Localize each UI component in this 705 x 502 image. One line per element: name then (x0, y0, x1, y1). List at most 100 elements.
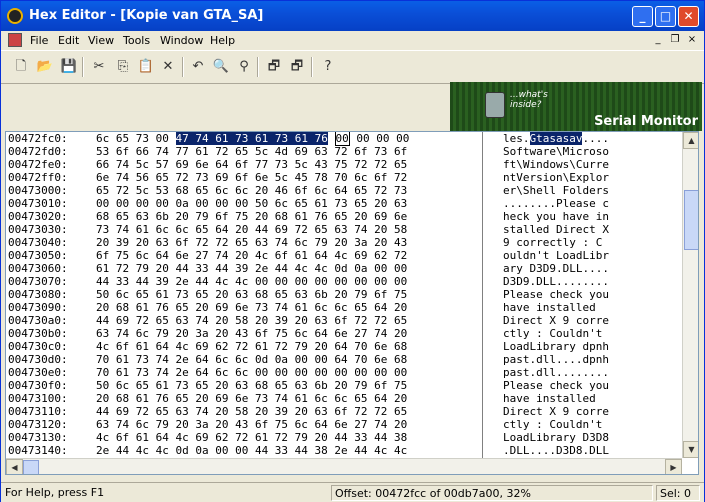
row-hex-bytes[interactable]: 6f 75 6c 64 6e 27 74 20 4c 6f 61 64 4c 6… (96, 249, 481, 262)
row-ascii[interactable]: Direct X 9 corre (503, 314, 635, 327)
serial-monitor-banner[interactable]: ...what's inside? Serial Monitor (450, 82, 702, 131)
row-ascii[interactable]: stalled Direct X (503, 223, 635, 236)
hex-row[interactable]: 00473110: 44 69 72 65 63 74 20 58 20 39 2… (6, 405, 682, 418)
row-ascii[interactable]: er\Shell Folders (503, 184, 635, 197)
menu-help[interactable]: Help (210, 34, 235, 47)
row-ascii[interactable]: have installed (503, 301, 635, 314)
row-ascii[interactable]: Software\Microso (503, 145, 635, 158)
vertical-scroll-thumb[interactable] (684, 190, 698, 250)
row-hex-bytes[interactable]: 6e 74 56 65 72 73 69 6f 6e 5c 45 78 70 6… (96, 171, 481, 184)
row-ascii[interactable]: LoadLibrary dpnh (503, 340, 635, 353)
app-icon[interactable] (7, 8, 23, 24)
row-hex-bytes[interactable]: 66 74 5c 57 69 6e 64 6f 77 73 5c 43 75 7… (96, 158, 481, 171)
row-ascii[interactable]: ctly : Couldn't (503, 327, 635, 340)
maximize-button[interactable]: □ (655, 6, 676, 27)
close-button[interactable]: ✕ (678, 6, 699, 27)
copy-icon[interactable]: ⎘ (114, 58, 132, 76)
row-hex-bytes[interactable]: 65 72 5c 53 68 65 6c 6c 20 46 6f 6c 64 6… (96, 184, 481, 197)
replace-icon[interactable]: ⚲ (235, 58, 253, 76)
hex-row[interactable]: 004730a0: 44 69 72 65 63 74 20 58 20 39 2… (6, 314, 682, 327)
row-ascii[interactable]: have installed (503, 392, 635, 405)
new-icon[interactable]: 🗋 (12, 58, 30, 76)
row-hex-bytes[interactable]: 00 00 00 00 0a 00 00 00 50 6c 65 61 73 6… (96, 197, 481, 210)
hex-row[interactable]: 00473040: 20 39 20 63 6f 72 72 65 63 74 6… (6, 236, 682, 249)
hex-row[interactable]: 004730e0: 70 61 73 74 2e 64 6c 6c 00 00 0… (6, 366, 682, 379)
menu-window[interactable]: Window (160, 34, 203, 47)
row-ascii[interactable]: ctly : Couldn't (503, 418, 635, 431)
open-icon[interactable]: 📂 (36, 58, 54, 76)
row-hex-bytes[interactable]: 63 74 6c 79 20 3a 20 43 6f 75 6c 64 6e 2… (96, 327, 481, 340)
horizontal-scrollbar[interactable]: ◀ ▶ (6, 458, 682, 474)
row-hex-bytes[interactable]: 73 74 61 6c 6c 65 64 20 44 69 72 65 63 7… (96, 223, 481, 236)
hex-editor-pane[interactable]: 00472fc0: 6c 65 73 00 47 74 61 73 61 73 6… (5, 131, 699, 475)
mdi-close-button[interactable]: × (685, 33, 699, 47)
row-hex-bytes[interactable]: 4c 6f 61 64 4c 69 62 72 61 72 79 20 64 7… (96, 340, 481, 353)
hex-row[interactable]: 00473050: 6f 75 6c 64 6e 27 74 20 4c 6f 6… (6, 249, 682, 262)
row-ascii[interactable]: Direct X 9 corre (503, 405, 635, 418)
find-icon[interactable]: 🔍 (212, 58, 230, 76)
row-hex-bytes[interactable]: 20 39 20 63 6f 72 72 65 63 74 6c 79 20 3… (96, 236, 481, 249)
row-hex-bytes[interactable]: 61 72 79 20 44 33 44 39 2e 44 4c 4c 0d 0… (96, 262, 481, 275)
row-ascii[interactable]: past.dll........ (503, 366, 635, 379)
row-ascii[interactable]: ouldn't LoadLibr (503, 249, 635, 262)
row-hex-bytes[interactable]: 53 6f 66 74 77 61 72 65 5c 4d 69 63 72 6… (96, 145, 481, 158)
row-hex-bytes[interactable]: 44 33 44 39 2e 44 4c 4c 00 00 00 00 00 0… (96, 275, 481, 288)
row-hex-bytes[interactable]: 44 69 72 65 63 74 20 58 20 39 20 63 6f 7… (96, 405, 481, 418)
hex-row[interactable]: 00473120: 63 74 6c 79 20 3a 20 43 6f 75 6… (6, 418, 682, 431)
scroll-left-button[interactable]: ◀ (6, 459, 23, 474)
row-ascii[interactable]: Please check you (503, 379, 635, 392)
hex-row[interactable]: 004730d0: 70 61 73 74 2e 64 6c 6c 0d 0a 0… (6, 353, 682, 366)
row-hex-bytes[interactable]: 50 6c 65 61 73 65 20 63 68 65 63 6b 20 7… (96, 288, 481, 301)
hex-row[interactable]: 004730f0: 50 6c 65 61 73 65 20 63 68 65 6… (6, 379, 682, 392)
hex-row[interactable]: 00473010: 00 00 00 00 0a 00 00 00 50 6c 6… (6, 197, 682, 210)
hex-row[interactable]: 00473070: 44 33 44 39 2e 44 4c 4c 00 00 0… (6, 275, 682, 288)
hex-row[interactable]: 00473060: 61 72 79 20 44 33 44 39 2e 44 4… (6, 262, 682, 275)
hex-row[interactable]: 00473020: 68 65 63 6b 20 79 6f 75 20 68 6… (6, 210, 682, 223)
scroll-right-button[interactable]: ▶ (665, 459, 682, 474)
row-hex-bytes[interactable]: 50 6c 65 61 73 65 20 63 68 65 63 6b 20 7… (96, 379, 481, 392)
row-ascii[interactable]: ary D3D9.DLL.... (503, 262, 635, 275)
minimize-button[interactable]: _ (632, 6, 653, 27)
vertical-scrollbar[interactable]: ▲ ▼ (682, 132, 698, 458)
row-hex-bytes[interactable]: 20 68 61 76 65 20 69 6e 73 74 61 6c 6c 6… (96, 301, 481, 314)
mdi-restore-button[interactable]: ❐ (668, 33, 682, 47)
paste-icon[interactable]: 📋 (137, 58, 155, 76)
row-hex-bytes[interactable]: 70 61 73 74 2e 64 6c 6c 0d 0a 00 00 64 7… (96, 353, 481, 366)
hex-row[interactable]: 004730b0: 63 74 6c 79 20 3a 20 43 6f 75 6… (6, 327, 682, 340)
row-hex-bytes[interactable]: 44 69 72 65 63 74 20 58 20 39 20 63 6f 7… (96, 314, 481, 327)
horizontal-scroll-thumb[interactable] (23, 460, 39, 474)
document-icon[interactable] (8, 33, 22, 47)
row-ascii[interactable]: past.dll....dpnh (503, 353, 635, 366)
row-ascii[interactable]: ........Please c (503, 197, 635, 210)
row-hex-bytes[interactable]: 63 74 6c 79 20 3a 20 43 6f 75 6c 64 6e 2… (96, 418, 481, 431)
row-hex-bytes[interactable]: 4c 6f 61 64 4c 69 62 72 61 72 79 20 44 3… (96, 431, 481, 444)
save-icon[interactable]: 💾 (60, 58, 78, 76)
menu-tools[interactable]: Tools (123, 34, 150, 47)
hex-row[interactable]: 00472fd0: 53 6f 66 74 77 61 72 65 5c 4d 6… (6, 145, 682, 158)
row-hex-bytes[interactable]: 6c 65 73 00 47 74 61 73 61 73 61 76 00 0… (96, 132, 481, 146)
menu-edit[interactable]: Edit (58, 34, 79, 47)
window-icon[interactable]: 🗗 (265, 58, 283, 76)
row-hex-bytes[interactable]: 68 65 63 6b 20 79 6f 75 20 68 61 76 65 2… (96, 210, 481, 223)
hex-row[interactable]: 00473030: 73 74 61 6c 6c 65 64 20 44 69 7… (6, 223, 682, 236)
mdi-minimize-button[interactable]: _ (651, 33, 665, 47)
hex-row[interactable]: 00473140: 2e 44 4c 4c 0d 0a 00 00 44 33 4… (6, 444, 682, 457)
hex-row[interactable]: 00472fc0: 6c 65 73 00 47 74 61 73 61 73 6… (6, 132, 682, 146)
row-ascii[interactable]: D3D9.DLL........ (503, 275, 635, 288)
scroll-down-button[interactable]: ▼ (683, 441, 698, 458)
row-ascii[interactable]: Please check you (503, 288, 635, 301)
row-ascii[interactable]: heck you have in (503, 210, 635, 223)
hex-row[interactable]: 00473080: 50 6c 65 61 73 65 20 63 68 65 6… (6, 288, 682, 301)
hex-row[interactable]: 00473100: 20 68 61 76 65 20 69 6e 73 74 6… (6, 392, 682, 405)
undo-icon[interactable]: ↶ (189, 58, 207, 76)
menu-file[interactable]: File (30, 34, 48, 47)
hex-row[interactable]: 004730c0: 4c 6f 61 64 4c 69 62 72 61 72 7… (6, 340, 682, 353)
hex-row[interactable]: 00473000: 65 72 5c 53 68 65 6c 6c 20 46 6… (6, 184, 682, 197)
cut-icon[interactable]: ✂ (90, 58, 108, 76)
row-ascii[interactable]: LoadLibrary D3D8 (503, 431, 635, 444)
row-hex-bytes[interactable]: 2e 44 4c 4c 0d 0a 00 00 44 33 44 38 2e 4… (96, 444, 481, 457)
hex-row[interactable]: 00473130: 4c 6f 61 64 4c 69 62 72 61 72 7… (6, 431, 682, 444)
row-ascii[interactable]: 9 correctly : C (503, 236, 635, 249)
menu-view[interactable]: View (88, 34, 114, 47)
row-ascii[interactable]: les.Gtasasav.... (503, 132, 635, 145)
